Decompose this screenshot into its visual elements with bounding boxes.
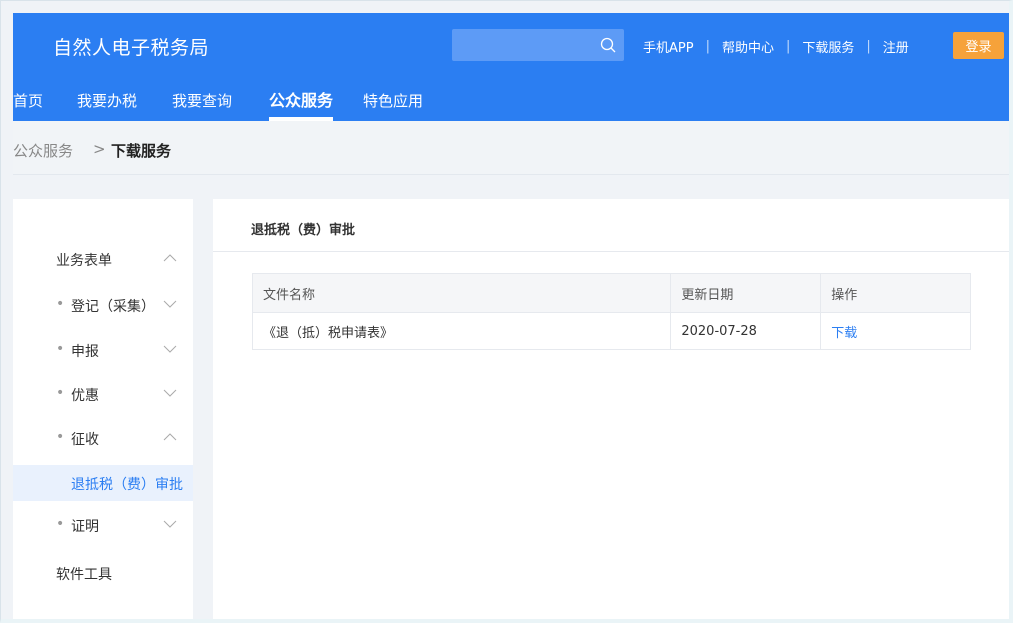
sidebar-item-certificate[interactable]: • 证明 (13, 509, 193, 541)
update-date-cell: 2020-07-28 (670, 312, 822, 350)
link-register[interactable]: 注册 (883, 37, 909, 56)
sidebar-item-collection[interactable]: • 征收 (13, 422, 193, 454)
search-icon[interactable] (600, 37, 616, 53)
column-header-update-date: 更新日期 (670, 273, 822, 313)
sidebar-item-label: 软件工具 (56, 567, 112, 583)
breadcrumb-current: 下载服务 (111, 142, 172, 160)
sidebar-item-label: 征收 (71, 432, 99, 448)
file-name-cell: 《退（抵）税申请表》 (251, 312, 672, 350)
chevron-down-icon (163, 300, 177, 308)
nav-do-tax[interactable]: 我要办税 (77, 89, 137, 121)
sidebar-item-label: 优惠 (71, 388, 99, 404)
main-content: 退抵税（费）审批 文件名称 更新日期 操作 《退（抵）税申请表》 2020-07… (213, 199, 1009, 619)
table-row: 《退（抵）税申请表》 2020-07-28 下载 (251, 312, 971, 350)
nav-home[interactable]: 首页 (13, 89, 43, 121)
content-header: 退抵税（费）审批 (213, 199, 1009, 252)
chevron-up-icon (163, 433, 177, 441)
site-logo[interactable]: 自然人电子税务局 (53, 33, 209, 60)
bullet-dot: • (56, 516, 65, 532)
sidebar-item-refund-approval[interactable]: 退抵税（费）审批 (13, 465, 193, 501)
sidebar-item-registration[interactable]: • 登记（采集） (13, 289, 193, 321)
chevron-up-icon (163, 254, 177, 262)
bullet-dot: • (56, 429, 65, 445)
chevron-down-icon (163, 520, 177, 528)
link-mobile-app[interactable]: 手机APP (643, 37, 694, 56)
link-separator: | (785, 38, 791, 54)
bullet-dot: • (56, 296, 65, 312)
login-button[interactable]: 登录 (953, 32, 1004, 59)
nav-query[interactable]: 我要查询 (172, 89, 232, 121)
column-header-file-name: 文件名称 (251, 273, 672, 313)
action-cell: 下载 (820, 312, 971, 350)
search-input[interactable] (452, 29, 592, 61)
sidebar-item-label: 申报 (71, 344, 99, 360)
files-table: 文件名称 更新日期 操作 《退（抵）税申请表》 2020-07-28 下载 (251, 273, 971, 350)
download-link[interactable]: 下载 (831, 326, 857, 341)
sidebar: 业务表单 • 登记（采集） • 申报 • 优惠 • 征收 退抵税（费）审批 • … (13, 199, 193, 619)
chevron-down-icon (163, 389, 177, 397)
link-help-center[interactable]: 帮助中心 (722, 37, 774, 56)
chevron-down-icon (163, 345, 177, 353)
link-separator: | (705, 38, 710, 54)
sidebar-group-forms[interactable]: 业务表单 (13, 243, 193, 275)
sidebar-item-label: 登记（采集） (71, 299, 155, 315)
sidebar-item-preferential[interactable]: • 优惠 (13, 378, 193, 410)
sidebar-item-software-tools[interactable]: 软件工具 (13, 557, 193, 589)
bullet-dot: • (56, 385, 65, 401)
column-header-action: 操作 (820, 273, 971, 313)
sidebar-item-label: 证明 (71, 519, 99, 535)
breadcrumb-parent[interactable]: 公众服务 (13, 140, 73, 161)
sidebar-item-declaration[interactable]: • 申报 (13, 334, 193, 366)
top-header: 自然人电子税务局 手机APP | 帮助中心 | 下载服务 | 注册 登录 首页 … (13, 13, 1009, 121)
top-links: 手机APP | 帮助中心 | 下载服务 | 注册 (643, 37, 909, 56)
nav-featured-apps[interactable]: 特色应用 (363, 89, 423, 121)
breadcrumb: 公众服务 > 下载服务 (13, 121, 1009, 175)
content-title: 退抵税（费）审批 (251, 223, 356, 238)
sidebar-item-label: 退抵税（费）审批 (71, 477, 183, 493)
link-download-service[interactable]: 下载服务 (802, 37, 854, 56)
page-frame: 自然人电子税务局 手机APP | 帮助中心 | 下载服务 | 注册 登录 首页 … (0, 0, 1013, 623)
breadcrumb-separator-icon: > (93, 140, 106, 158)
table-header-row: 文件名称 更新日期 操作 (251, 273, 971, 313)
sidebar-group-label: 业务表单 (56, 253, 112, 269)
search-box[interactable] (452, 29, 624, 61)
bullet-dot: • (56, 341, 65, 357)
link-separator: | (866, 38, 871, 54)
